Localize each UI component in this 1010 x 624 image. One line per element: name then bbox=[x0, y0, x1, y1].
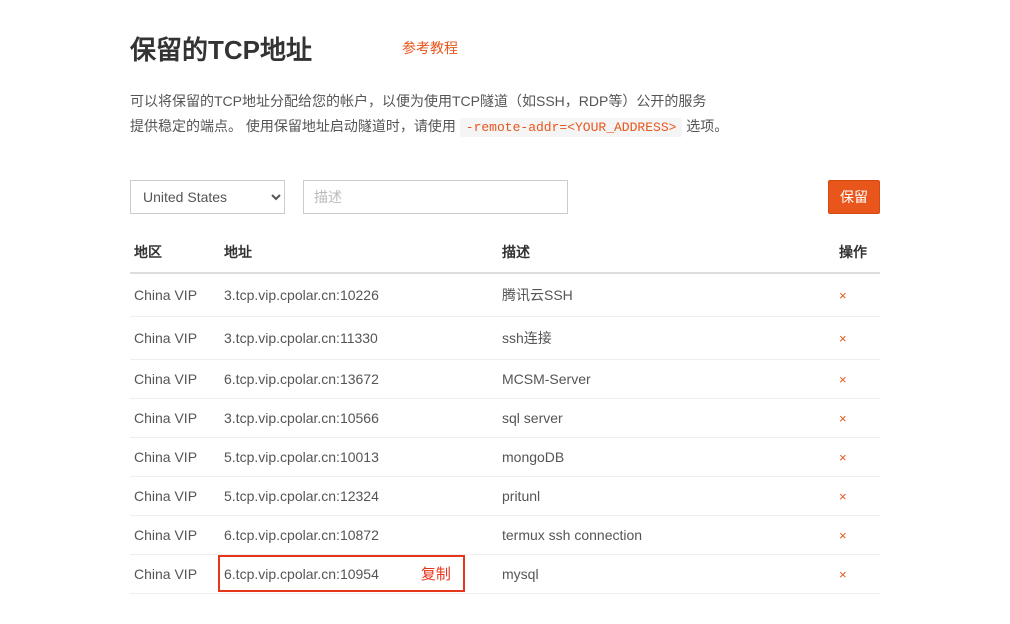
address-text: 6.tcp.vip.cpolar.cn:10954 bbox=[224, 566, 379, 582]
table-row: China VIP6.tcp.vip.cpolar.cn:13672MCSM-S… bbox=[130, 359, 880, 398]
cell-description: sql server bbox=[498, 398, 835, 437]
cell-operation: × bbox=[835, 316, 880, 359]
cell-description: mongoDB bbox=[498, 437, 835, 476]
highlight-box: 6.tcp.vip.cpolar.cn:10954 复制 bbox=[218, 555, 465, 592]
reference-tutorial-link[interactable]: 参考教程 bbox=[402, 38, 458, 58]
cell-address: 5.tcp.vip.cpolar.cn:10013 bbox=[220, 437, 498, 476]
main-container: 保留的TCP地址 参考教程 可以将保留的TCP地址分配给您的帐户，以便为使用TC… bbox=[0, 0, 1010, 624]
desc-line1: 可以将保留的TCP地址分配给您的帐户，以便为使用TCP隧道（如SSH，RDP等）… bbox=[130, 93, 706, 109]
cell-region: China VIP bbox=[130, 437, 220, 476]
table-row: China VIP5.tcp.vip.cpolar.cn:12324pritun… bbox=[130, 476, 880, 515]
cell-region: China VIP bbox=[130, 316, 220, 359]
cell-operation: × bbox=[835, 359, 880, 398]
region-select[interactable]: United States bbox=[130, 180, 285, 214]
cell-description: MCSM-Server bbox=[498, 359, 835, 398]
cell-address: 3.tcp.vip.cpolar.cn:10566 bbox=[220, 398, 498, 437]
cell-region: China VIP bbox=[130, 476, 220, 515]
delete-icon[interactable]: × bbox=[839, 288, 847, 303]
cell-address: 6.tcp.vip.cpolar.cn:10872 bbox=[220, 515, 498, 554]
cell-operation: × bbox=[835, 273, 880, 317]
cell-description: ssh连接 bbox=[498, 316, 835, 359]
title-row: 保留的TCP地址 参考教程 bbox=[130, 30, 880, 67]
cell-operation: × bbox=[835, 398, 880, 437]
delete-icon[interactable]: × bbox=[839, 528, 847, 543]
desc-line2-prefix: 提供稳定的端点。 使用保留地址启动隧道时，请使用 bbox=[130, 118, 460, 134]
cell-address: 6.tcp.vip.cpolar.cn:13672 bbox=[220, 359, 498, 398]
description-input[interactable] bbox=[303, 180, 568, 214]
page-title: 保留的TCP地址 bbox=[130, 30, 312, 67]
cell-address: 3.tcp.vip.cpolar.cn:11330 bbox=[220, 316, 498, 359]
table-row: China VIP3.tcp.vip.cpolar.cn:10226腾讯云SSH… bbox=[130, 273, 880, 317]
header-description: 描述 bbox=[498, 232, 835, 273]
reserve-button[interactable]: 保留 bbox=[828, 180, 880, 214]
table-row: China VIP5.tcp.vip.cpolar.cn:10013mongoD… bbox=[130, 437, 880, 476]
header-operation: 操作 bbox=[835, 232, 880, 273]
reserved-addresses-table: 地区 地址 描述 操作 China VIP3.tcp.vip.cpolar.cn… bbox=[130, 232, 880, 594]
cell-address: 6.tcp.vip.cpolar.cn:10954 复制 bbox=[220, 554, 498, 593]
delete-icon[interactable]: × bbox=[839, 331, 847, 346]
cell-region: China VIP bbox=[130, 515, 220, 554]
table-row: China VIP6.tcp.vip.cpolar.cn:10872termux… bbox=[130, 515, 880, 554]
table-header-row: 地区 地址 描述 操作 bbox=[130, 232, 880, 273]
delete-icon[interactable]: × bbox=[839, 411, 847, 426]
cell-description: termux ssh connection bbox=[498, 515, 835, 554]
header-region: 地区 bbox=[130, 232, 220, 273]
delete-icon[interactable]: × bbox=[839, 450, 847, 465]
form-row: United States 保留 bbox=[130, 180, 880, 214]
cell-operation: × bbox=[835, 476, 880, 515]
cell-region: China VIP bbox=[130, 273, 220, 317]
copy-label[interactable]: 复制 bbox=[421, 563, 451, 584]
header-address: 地址 bbox=[220, 232, 498, 273]
cell-address: 5.tcp.vip.cpolar.cn:12324 bbox=[220, 476, 498, 515]
cell-address: 3.tcp.vip.cpolar.cn:10226 bbox=[220, 273, 498, 317]
table-row: China VIP3.tcp.vip.cpolar.cn:10566sql se… bbox=[130, 398, 880, 437]
desc-code: -remote-addr=<YOUR_ADDRESS> bbox=[460, 118, 683, 137]
cell-operation: × bbox=[835, 437, 880, 476]
cell-region: China VIP bbox=[130, 398, 220, 437]
cell-region: China VIP bbox=[130, 359, 220, 398]
desc-line2-suffix: 选项。 bbox=[682, 118, 728, 134]
cell-description: mysql bbox=[498, 554, 835, 593]
cell-operation: × bbox=[835, 554, 880, 593]
table-row: China VIP3.tcp.vip.cpolar.cn:11330ssh连接 × bbox=[130, 316, 880, 359]
cell-operation: × bbox=[835, 515, 880, 554]
cell-description: pritunl bbox=[498, 476, 835, 515]
delete-icon[interactable]: × bbox=[839, 372, 847, 387]
cell-region: China VIP bbox=[130, 554, 220, 593]
table-row: China VIP6.tcp.vip.cpolar.cn:10954 复制 mysq… bbox=[130, 554, 880, 593]
delete-icon[interactable]: × bbox=[839, 489, 847, 504]
description-text: 可以将保留的TCP地址分配给您的帐户，以便为使用TCP隧道（如SSH，RDP等）… bbox=[130, 89, 880, 140]
cell-description: 腾讯云SSH bbox=[498, 273, 835, 317]
